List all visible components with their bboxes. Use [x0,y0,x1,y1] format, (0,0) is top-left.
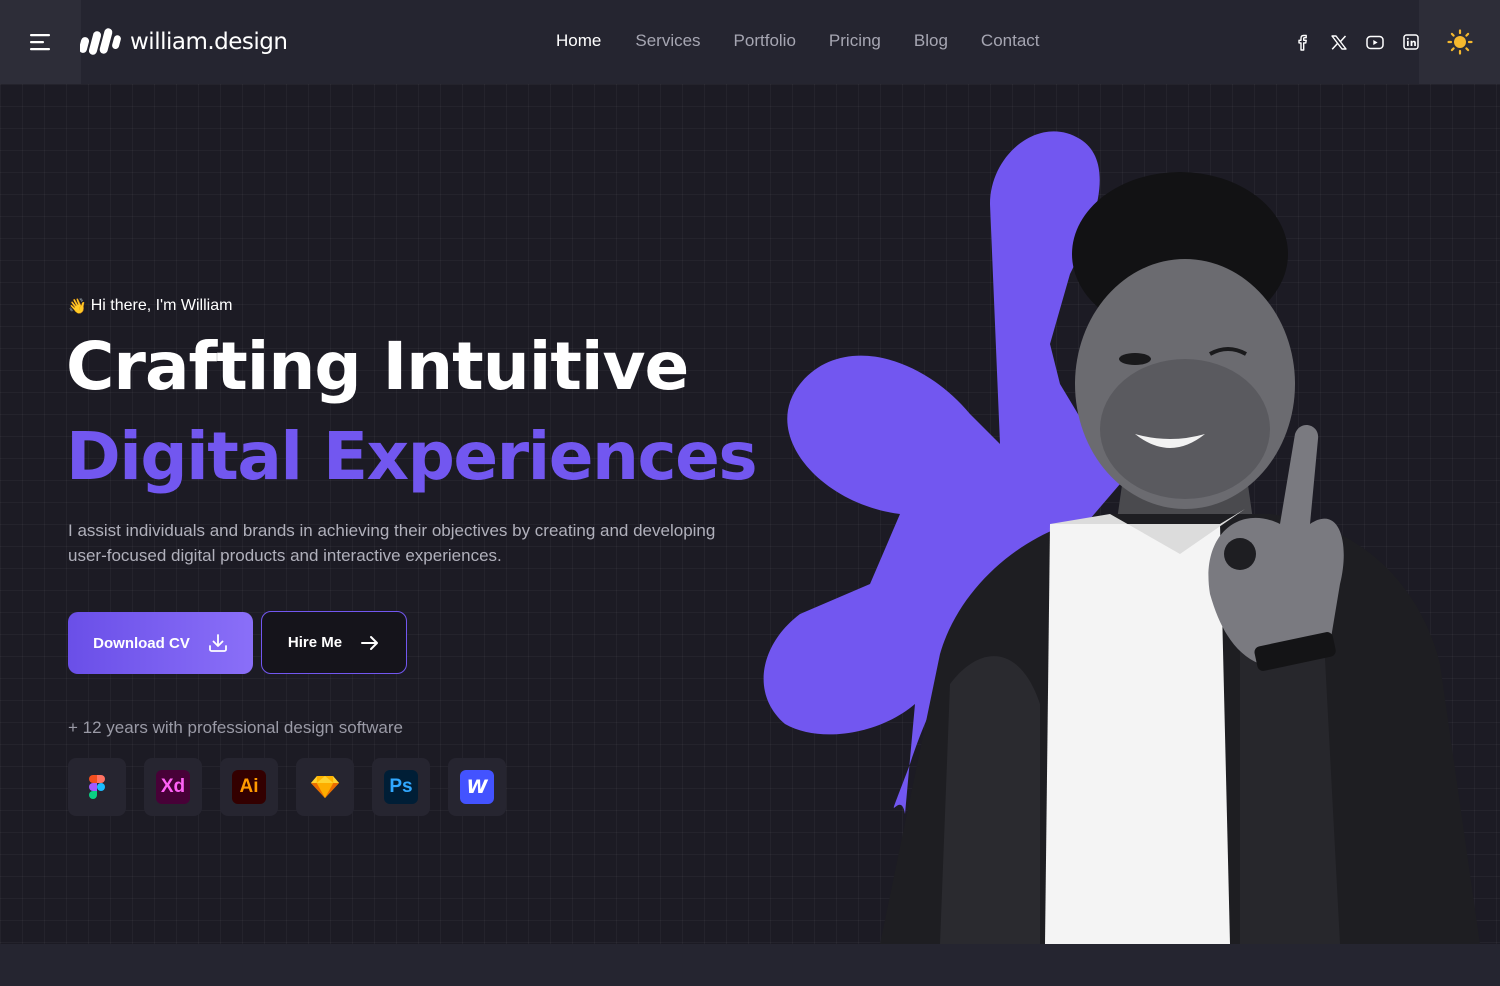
brand-logo[interactable]: william.design [80,25,288,59]
download-cv-label: Download CV [93,634,190,652]
nav-item-blog[interactable]: Blog [914,31,948,51]
hire-me-button[interactable]: Hire Me [261,611,407,674]
arrow-right-icon [361,635,379,650]
webflow-label: W [466,776,488,798]
nav-item-portfolio[interactable]: Portfolio [734,31,796,51]
photoshop-icon: Ps [384,770,418,804]
linkedin-icon[interactable] [1402,33,1420,51]
adobe-illustrator-icon: Ai [232,770,266,804]
sketch-icon [311,776,339,798]
hero-section: 👋 Hi there, I'm William Crafting Intuiti… [0,84,1500,944]
x-icon[interactable] [1330,33,1348,51]
hero-description: I assist individuals and brands in achie… [68,521,716,565]
menu-button[interactable] [0,0,81,84]
site-header: william.design Home Services Portfolio P… [0,0,1500,84]
tool-adobe-illustrator: Ai [220,758,278,816]
waving-hand-icon: 👋 [68,298,87,315]
greeting-text: Hi there, I'm William [90,297,233,314]
facebook-icon[interactable] [1294,33,1312,51]
adobe-xd-label: Xd [160,776,186,797]
nav-item-pricing[interactable]: Pricing [829,31,881,51]
nav-item-home[interactable]: Home [556,31,601,51]
tool-webflow: W [448,758,506,816]
tools-list: Xd Ai Ps W [68,758,506,816]
adobe-xd-icon: Xd [156,770,190,804]
figma-icon [89,775,105,799]
download-cv-button[interactable]: Download CV [68,612,253,674]
youtube-icon[interactable] [1366,33,1384,51]
tool-photoshop: Ps [372,758,430,816]
sun-icon [1446,29,1473,55]
tool-sketch [296,758,354,816]
hero-portrait-image [763,131,1480,944]
adobe-illustrator-label: Ai [239,776,259,797]
download-icon [208,634,227,652]
photoshop-label: Ps [389,776,413,797]
experience-text: + 12 years with professional design soft… [68,718,403,737]
section-divider [0,944,1500,986]
hero-title-line-2: Digital Experiences [66,418,758,495]
webflow-icon: W [460,770,494,804]
brand-name: william.design [130,29,288,55]
hire-me-label: Hire Me [287,634,343,651]
theme-toggle-button[interactable] [1419,0,1500,84]
hero-title-line-1: Crafting Intuitive [66,328,689,405]
hero-greeting: 👋 Hi there, I'm William [68,297,232,315]
nav-item-services[interactable]: Services [635,31,700,51]
logo-mark-icon [80,28,121,55]
social-links [1294,33,1420,51]
tool-adobe-xd: Xd [144,758,202,816]
main-nav: Home Services Portfolio Pricing Blog Con… [556,31,1040,51]
tool-figma [68,758,126,816]
hamburger-menu-icon [29,34,50,51]
nav-item-contact[interactable]: Contact [981,31,1040,51]
